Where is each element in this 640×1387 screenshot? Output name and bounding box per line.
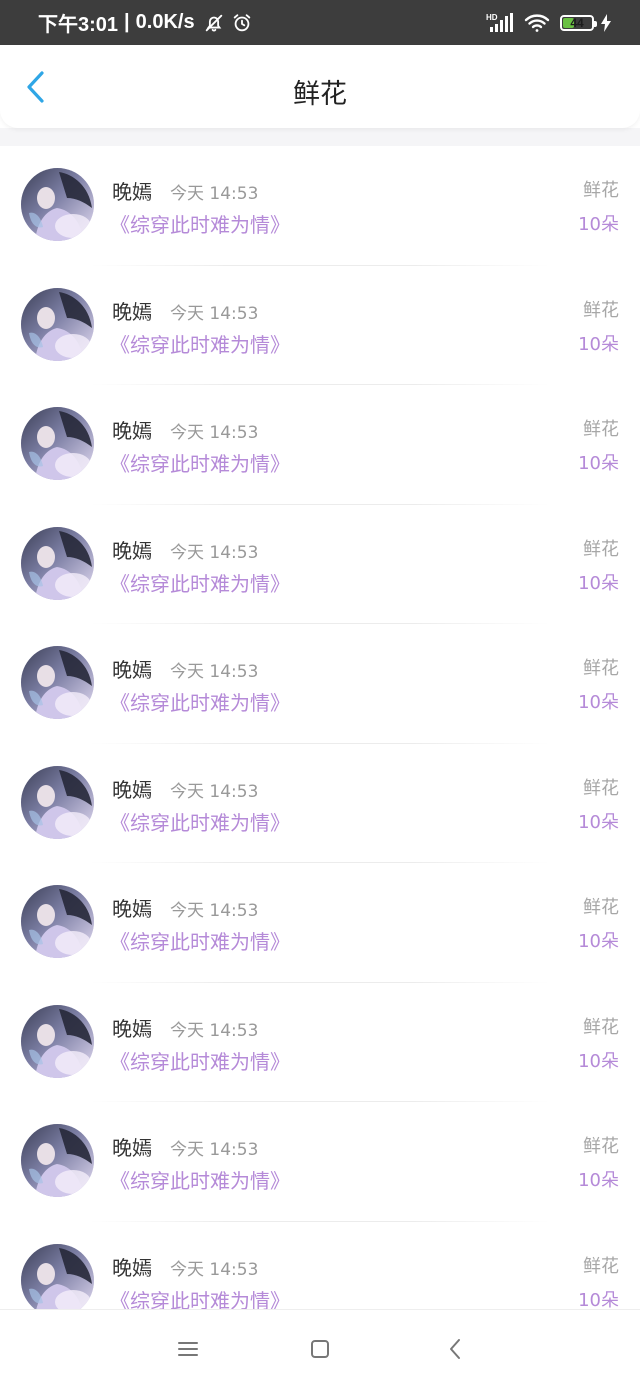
user-avatar[interactable] — [21, 287, 94, 361]
gift-count: 10朵 — [578, 333, 619, 355]
record-time: 今天 14:53 — [170, 901, 259, 921]
book-title-link[interactable]: 《综穿此时难为情》 — [110, 1165, 290, 1194]
status-bar: 下午3:01 | 0.0K/s HD 44 — [0, 0, 640, 45]
user-name[interactable]: 晚嫣 — [112, 415, 152, 444]
user-name[interactable]: 晚嫣 — [112, 654, 152, 683]
record-row[interactable]: 晚嫣 今天 14:53 《综穿此时难为情》 鲜花 10朵 — [0, 385, 640, 505]
alarm-clock-icon — [231, 12, 253, 34]
record-time: 今天 14:53 — [170, 423, 259, 443]
book-title-link[interactable]: 《综穿此时难为情》 — [110, 807, 290, 836]
network-speed: 0.0K/s — [135, 11, 195, 33]
user-avatar[interactable] — [21, 407, 94, 480]
status-separator: | — [124, 11, 130, 33]
user-name[interactable]: 晚嫣 — [112, 1252, 152, 1281]
record-time: 今天 14:53 — [170, 1140, 259, 1160]
gift-count: 10朵 — [578, 931, 619, 952]
gift-type: 鲜花 — [583, 777, 619, 799]
battery-indicator: 44 — [560, 14, 597, 31]
gift-count: 10朵 — [578, 1170, 619, 1191]
user-avatar[interactable] — [21, 1243, 94, 1309]
wifi-icon — [524, 13, 550, 33]
record-time: 今天 14:53 — [170, 1020, 259, 1041]
square-home-icon — [309, 1338, 331, 1360]
book-title-link[interactable]: 《综穿此时难为情》 — [110, 568, 290, 597]
book-title-link[interactable]: 《综穿此时难为情》 — [110, 448, 290, 477]
signal-hd-icon: HD — [486, 12, 514, 34]
svg-text:HD: HD — [486, 13, 498, 22]
user-name[interactable]: 晚嫣 — [112, 893, 152, 922]
triangle-back-icon — [447, 1338, 463, 1360]
record-row[interactable]: 晚嫣 今天 14:53 《综穿此时难为情》 鲜花 10朵 — [0, 983, 640, 1102]
gift-type: 鲜花 — [583, 299, 619, 321]
gift-count: 10朵 — [578, 572, 619, 594]
book-title-link[interactable]: 《综穿此时难为情》 — [110, 209, 290, 238]
gift-type: 鲜花 — [583, 1136, 619, 1157]
status-time: 下午3:01 — [38, 14, 119, 36]
user-avatar[interactable] — [21, 646, 94, 719]
record-row[interactable]: 晚嫣 今天 14:53 《综穿此时难为情》 鲜花 10朵 — [0, 1222, 640, 1310]
user-avatar[interactable] — [21, 1124, 94, 1197]
gift-count: 10朵 — [578, 1289, 619, 1310]
gift-type: 鲜花 — [583, 658, 619, 679]
record-time: 今天 14:53 — [170, 303, 259, 324]
record-row[interactable]: 晚嫣 今天 14:53 《综穿此时难为情》 鲜花 10朵 — [0, 624, 640, 744]
user-avatar[interactable] — [21, 765, 94, 839]
user-name[interactable]: 晚嫣 — [112, 535, 152, 564]
menu-icon — [177, 1340, 199, 1358]
record-row[interactable]: 晚嫣 今天 14:53 《综穿此时难为情》 鲜花 10朵 — [0, 744, 640, 863]
battery-tip — [594, 20, 597, 27]
record-row[interactable]: 晚嫣 今天 14:53 《综穿此时难为情》 鲜花 10朵 — [0, 266, 640, 385]
gift-count: 10朵 — [578, 1050, 619, 1072]
nav-menu-button[interactable] — [173, 1334, 203, 1364]
bell-off-icon — [203, 12, 225, 34]
status-bar-left: 下午3:01 | 0.0K/s — [38, 0, 253, 45]
gift-count: 10朵 — [578, 811, 619, 833]
book-title-link[interactable]: 《综穿此时难为情》 — [110, 1046, 290, 1075]
record-row[interactable]: 晚嫣 今天 14:53 《综穿此时难为情》 鲜花 10朵 — [0, 146, 640, 266]
gift-type: 鲜花 — [583, 1016, 619, 1038]
user-name[interactable]: 晚嫣 — [112, 774, 152, 803]
user-name[interactable]: 晚嫣 — [112, 296, 152, 325]
system-navigation-bar — [0, 1309, 640, 1387]
flower-record-list[interactable]: 晚嫣 今天 14:53 《综穿此时难为情》 鲜花 10朵 晚嫣 今天 14:53… — [0, 146, 640, 1309]
record-row[interactable]: 晚嫣 今天 14:53 《综穿此时难为情》 鲜花 10朵 — [0, 863, 640, 983]
record-time: 今天 14:53 — [170, 542, 259, 563]
user-avatar[interactable] — [21, 526, 94, 600]
record-row[interactable]: 晚嫣 今天 14:53 《综穿此时难为情》 鲜花 10朵 — [0, 1102, 640, 1222]
user-name[interactable]: 晚嫣 — [112, 176, 152, 205]
gift-type: 鲜花 — [583, 538, 619, 560]
user-name[interactable]: 晚嫣 — [112, 1132, 152, 1161]
lightning-icon — [600, 13, 612, 33]
book-title-link[interactable]: 《综穿此时难为情》 — [110, 687, 290, 716]
user-avatar[interactable] — [21, 885, 94, 958]
gift-type: 鲜花 — [583, 897, 619, 918]
nav-home-button[interactable] — [305, 1334, 335, 1364]
record-time: 今天 14:53 — [170, 662, 259, 682]
gift-type: 鲜花 — [583, 419, 619, 440]
record-time: 今天 14:53 — [170, 781, 259, 802]
book-title-link[interactable]: 《综穿此时难为情》 — [110, 926, 290, 955]
user-name[interactable]: 晚嫣 — [112, 1013, 152, 1042]
gift-count: 10朵 — [578, 453, 619, 474]
battery-level: 44 — [570, 15, 584, 30]
gift-type: 鲜花 — [583, 180, 619, 201]
gift-count: 10朵 — [578, 214, 619, 235]
user-avatar[interactable] — [21, 1004, 94, 1078]
app-header: 鲜花 — [0, 45, 640, 128]
record-time: 今天 14:53 — [170, 184, 259, 204]
status-bar-right: HD 44 — [486, 0, 612, 45]
nav-back-button[interactable] — [440, 1334, 470, 1364]
record-row[interactable]: 晚嫣 今天 14:53 《综穿此时难为情》 鲜花 10朵 — [0, 505, 640, 624]
gift-type: 鲜花 — [583, 1255, 619, 1277]
record-time: 今天 14:53 — [170, 1259, 259, 1280]
book-title-link[interactable]: 《综穿此时难为情》 — [110, 1285, 290, 1310]
page-title: 鲜花 — [293, 79, 347, 110]
gift-count: 10朵 — [578, 692, 619, 713]
user-avatar[interactable] — [21, 168, 94, 241]
book-title-link[interactable]: 《综穿此时难为情》 — [110, 329, 290, 358]
